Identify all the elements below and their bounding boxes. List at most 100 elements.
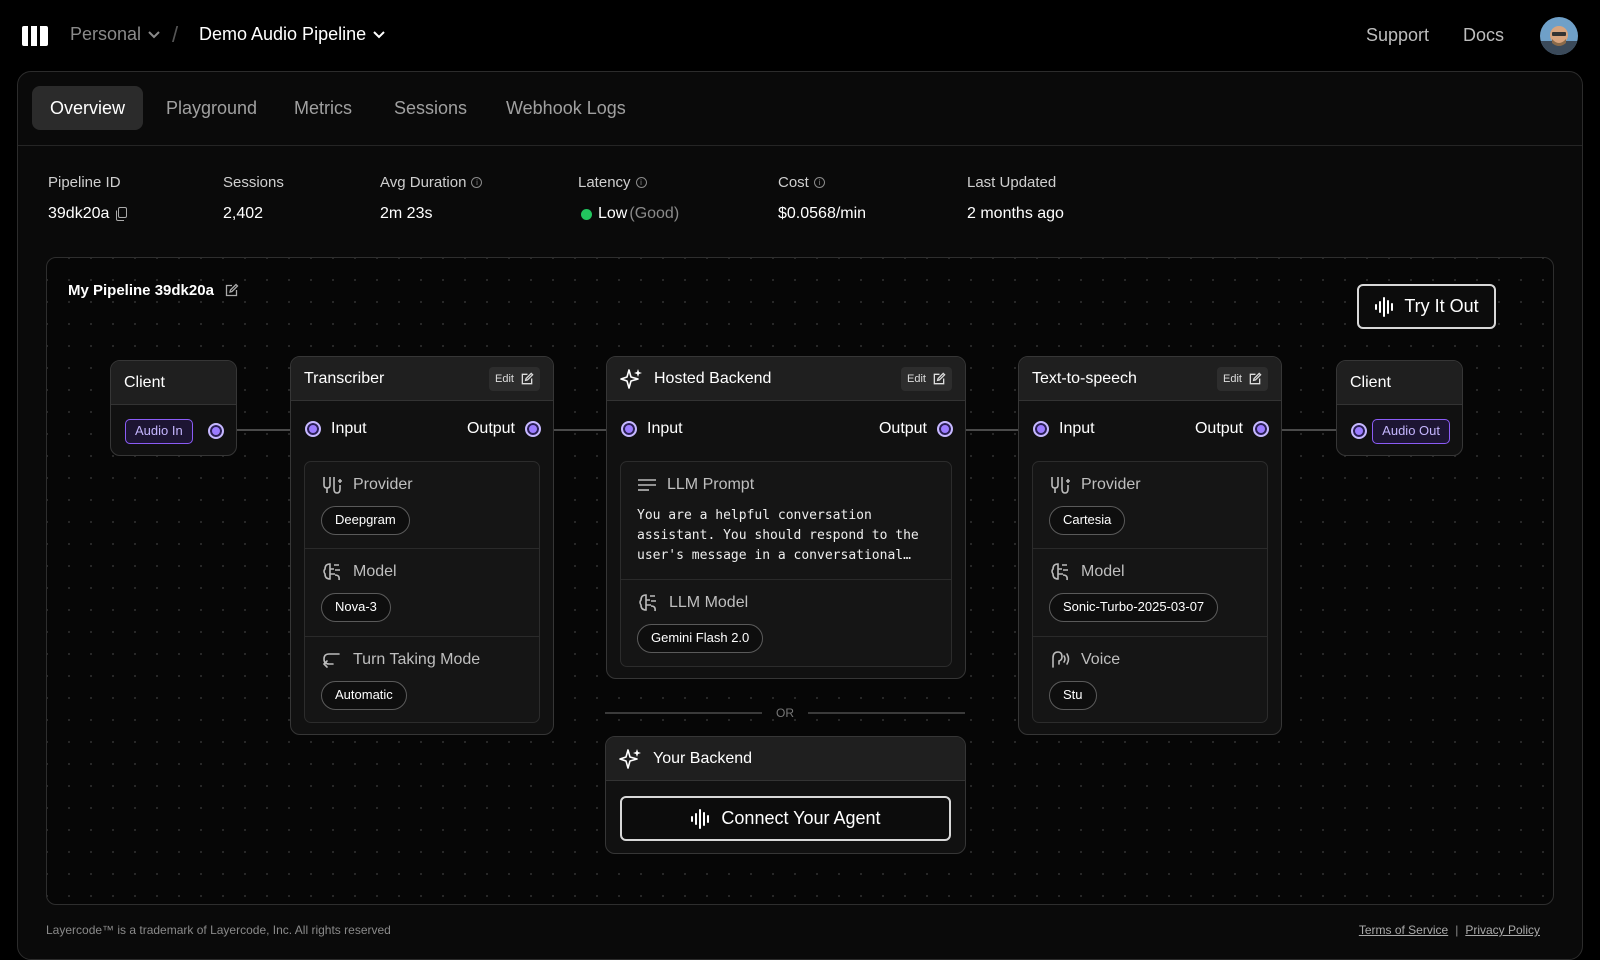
provider-icon [1051, 477, 1070, 494]
turn-icon [322, 653, 340, 668]
hosted-backend-header: Hosted Backend Edit [607, 357, 965, 401]
chevron-down-icon [148, 30, 160, 38]
tts-provider-pill[interactable]: Cartesia [1049, 506, 1126, 535]
tab-playground[interactable]: Playground [148, 86, 275, 130]
audio-out-tag: Audio Out [1372, 418, 1450, 444]
privacy-link[interactable]: Privacy Policy [1465, 923, 1540, 937]
logo-icon[interactable] [20, 24, 50, 53]
info-icon[interactable]: i [813, 177, 825, 188]
brain-icon [639, 594, 656, 612]
input-port[interactable] [1351, 423, 1367, 439]
your-backend-node: Your Backend Connect Your Agent [605, 736, 966, 854]
client-out-title: Client [1350, 373, 1391, 391]
pipeline-id-text: 39dk20a [48, 205, 110, 222]
audio-in-tag: Audio In [125, 418, 193, 444]
provider-icon [323, 477, 342, 494]
edit-label: Edit [1223, 372, 1242, 385]
client-out-row: Audio Out [1337, 418, 1462, 444]
your-backend-title: Your Backend [653, 749, 753, 767]
provider-pill[interactable]: Deepgram [321, 506, 410, 535]
llm-model-label: LLM Model [669, 594, 749, 611]
pencil-icon[interactable] [224, 283, 239, 298]
transcriber-edit-button[interactable]: Edit [489, 366, 540, 391]
model-label: Model [1081, 563, 1125, 580]
or-divider: OR [605, 706, 965, 720]
tab-metrics[interactable]: Metrics [276, 86, 370, 130]
or-label: OR [776, 706, 794, 720]
voice-icon [1052, 651, 1070, 668]
tts-provider-section: Provider Cartesia [1033, 462, 1267, 549]
model-pill[interactable]: Nova-3 [321, 593, 391, 622]
output-port[interactable] [1253, 421, 1269, 437]
your-backend-header: Your Backend [606, 737, 965, 781]
tab-webhook-logs[interactable]: Webhook Logs [488, 86, 644, 130]
transcriber-settings: Provider Deepgram Model Nova-3 Turn Taki… [304, 461, 540, 723]
output-label: Output [1194, 420, 1243, 437]
output-port[interactable] [525, 421, 541, 437]
project-selector[interactable]: Demo Audio Pipeline [199, 24, 386, 45]
info-icon[interactable]: i [635, 177, 647, 188]
transcriber-node: Transcriber Edit Input Output Provider D… [290, 356, 554, 735]
input-port[interactable] [621, 421, 637, 437]
llm-prompt-section[interactable]: LLM Prompt You are a helpful conversatio… [621, 462, 951, 580]
stat-last-updated-label: Last Updated [967, 174, 1057, 191]
status-dot [581, 208, 592, 220]
tab-overview[interactable]: Overview [32, 86, 144, 130]
output-port[interactable] [937, 421, 953, 437]
connect-agent-button[interactable]: Connect Your Agent [620, 796, 951, 841]
client-out-header: Client [1337, 361, 1462, 405]
pencil-icon [1249, 371, 1262, 384]
tab-bar: Overview Playground Metrics Sessions Web… [18, 72, 1582, 146]
input-label: Input [331, 420, 367, 437]
avatar[interactable] [1540, 17, 1578, 55]
stat-last-updated-value: 2 months ago [967, 205, 1064, 222]
tts-edit-button[interactable]: Edit [1217, 366, 1268, 391]
stat-cost-label: Cost i [778, 174, 825, 191]
trademark-text: Layercode™ is a trademark of Layercode, … [46, 923, 391, 937]
lines-icon [638, 479, 656, 491]
provider-label: Provider [353, 476, 413, 493]
docs-link[interactable]: Docs [1463, 25, 1504, 46]
turn-taking-pill[interactable]: Automatic [321, 681, 407, 710]
main-panel: Overview Playground Metrics Sessions Web… [17, 71, 1583, 960]
transcriber-io-row: Input Output [291, 417, 553, 441]
pencil-icon [521, 371, 534, 384]
top-bar: Personal / Demo Audio Pipeline Support D… [0, 0, 1600, 72]
try-it-out-button[interactable]: Try It Out [1357, 284, 1496, 329]
tts-model-pill[interactable]: Sonic-Turbo-2025-03-07 [1049, 593, 1219, 622]
voice-section: Voice Stu [1033, 637, 1267, 722]
footer-separator: | [1455, 923, 1459, 937]
tab-sessions[interactable]: Sessions [376, 86, 485, 130]
support-link[interactable]: Support [1366, 25, 1429, 46]
stat-latency-value: Low (Good) [581, 205, 679, 223]
voice-pill[interactable]: Stu [1049, 681, 1097, 710]
sparkle-icon [620, 368, 642, 389]
breadcrumb-separator: / [172, 22, 179, 47]
tts-node: Text-to-speech Edit Input Output Provide… [1018, 356, 1282, 735]
copy-icon[interactable] [115, 207, 128, 221]
chevron-down-icon [373, 30, 385, 38]
hosted-backend-node: Hosted Backend Edit Input Output LLM Pro… [606, 356, 966, 679]
pipeline-canvas: My Pipeline 39dk20a Try It Out Client Au… [46, 257, 1554, 905]
turn-taking-section: Turn Taking Mode Automatic [305, 637, 539, 722]
llm-model-pill[interactable]: Gemini Flash 2.0 [637, 624, 764, 653]
terms-link[interactable]: Terms of Service [1359, 923, 1448, 937]
input-port[interactable] [305, 421, 321, 437]
footer-links: Terms of Service | Privacy Policy [1359, 923, 1540, 937]
stat-avg-duration-label: Avg Duration i [380, 174, 483, 191]
input-port[interactable] [1033, 421, 1049, 437]
backend-edit-button[interactable]: Edit [901, 366, 952, 391]
client-in-header: Client [111, 361, 236, 405]
connect-agent-label: Connect Your Agent [721, 808, 881, 828]
info-icon[interactable]: i [471, 177, 483, 188]
brain-icon [1051, 563, 1068, 581]
client-out-node[interactable]: Client Audio Out [1336, 360, 1463, 456]
transcriber-title: Transcriber [304, 369, 385, 387]
tts-model-section: Model Sonic-Turbo-2025-03-07 [1033, 549, 1267, 637]
output-port[interactable] [208, 423, 224, 439]
client-in-node[interactable]: Client Audio In [110, 360, 237, 456]
stat-sessions-value: 2,402 [223, 205, 264, 222]
workspace-selector[interactable]: Personal [70, 24, 161, 45]
provider-section: Provider Deepgram [305, 462, 539, 549]
tts-settings: Provider Cartesia Model Sonic-Turbo-2025… [1032, 461, 1268, 723]
